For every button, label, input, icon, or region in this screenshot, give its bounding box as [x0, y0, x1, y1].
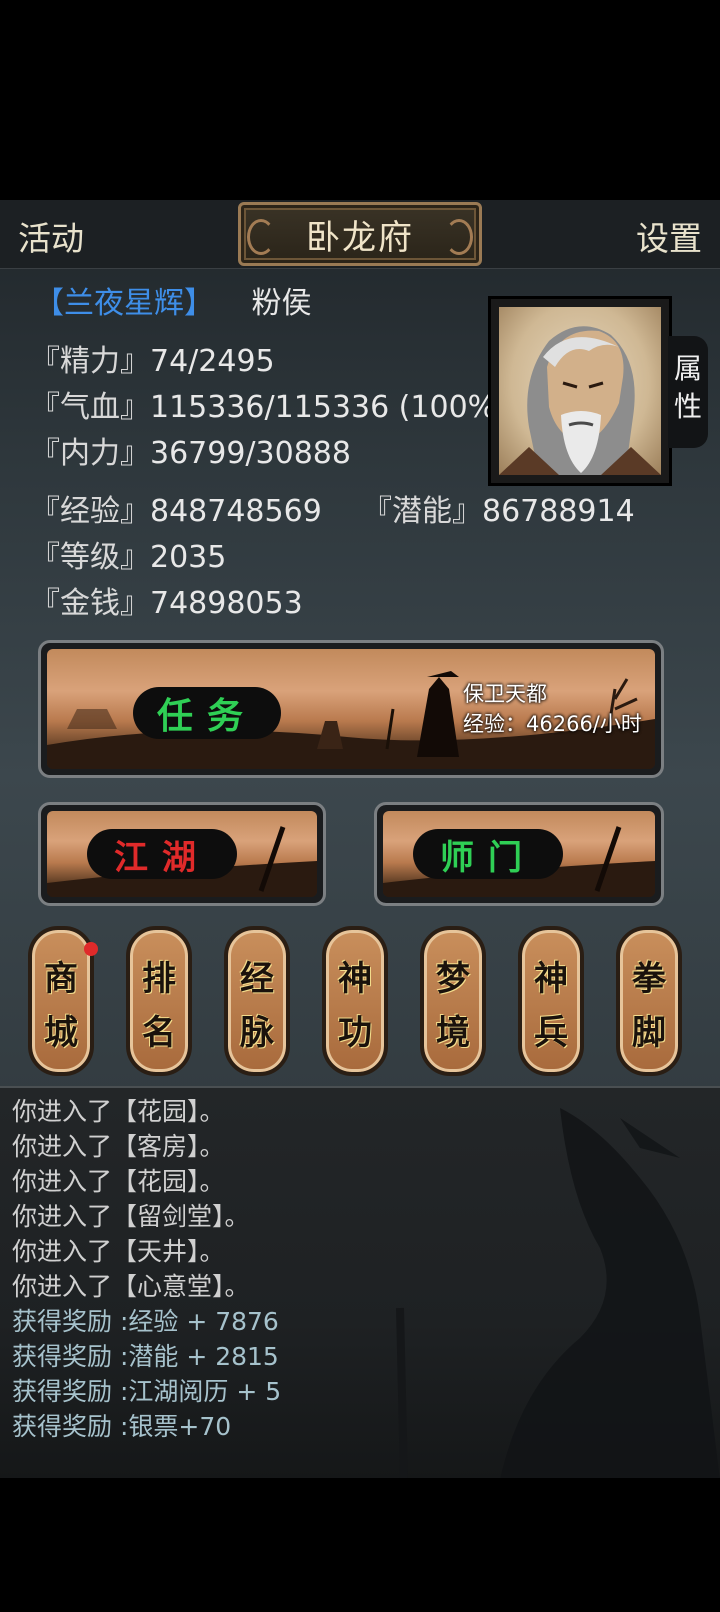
feature-tabs: 商城 排名 经脉 神功 梦境 神兵 拳脚	[0, 922, 720, 1084]
character-portrait[interactable]	[488, 296, 672, 486]
portrait-image	[499, 307, 661, 475]
quest-label-pill: 任务	[133, 687, 281, 739]
tab-label: 经脉	[240, 959, 274, 1053]
log-line: 你进入了【花园】。	[12, 1097, 225, 1126]
top-bar: 活动 卧龙府 设置	[0, 200, 720, 269]
stat-value: 115336/115336 (100%	[150, 390, 488, 425]
quest-banner-art: 任务 保卫天都 经验：46266/小时	[47, 649, 655, 769]
stat-label: 『潜能』	[362, 494, 482, 529]
tab-divine-weapon[interactable]: 神兵	[518, 926, 584, 1076]
guild-row: 【兰夜星辉】 粉侯	[34, 278, 312, 322]
quest-info: 保卫天都 经验：46266/小时	[463, 679, 642, 739]
stat-experience: 『经验』848748569	[30, 486, 322, 530]
stat-money: 『金钱』74898053	[30, 578, 303, 622]
ornament-right-icon	[445, 219, 473, 255]
tab-label: 神兵	[534, 959, 568, 1053]
stat-label: 『等级』	[30, 540, 150, 575]
jianghu-pill: 江湖	[87, 829, 237, 879]
activity-button[interactable]: 活动	[18, 212, 84, 260]
log-line: 你进入了【天井】。	[12, 1237, 225, 1266]
stat-health: 『气血』115336/115336 (100%	[30, 382, 488, 426]
stat-label: 『精力』	[30, 344, 150, 379]
navigation-bar-area	[0, 1478, 720, 1612]
player-rank: 粉侯	[251, 286, 312, 321]
tab-divine-skill[interactable]: 神功	[322, 926, 388, 1076]
jianghu-button[interactable]: 江湖	[38, 802, 326, 906]
log-line-reward: 获得奖励 :经验 + 7876	[12, 1307, 279, 1336]
quest-exp-rate: 经验：46266/小时	[463, 712, 642, 736]
attributes-char: 性	[673, 390, 702, 423]
log-line-reward: 获得奖励 :潜能 + 2815	[12, 1342, 279, 1371]
stat-label: 『气血』	[30, 390, 150, 425]
log-line: 你进入了【花园】。	[12, 1167, 225, 1196]
shimen-art: 师门	[383, 811, 655, 897]
log-line: 你进入了【心意堂】。	[12, 1272, 250, 1301]
stat-value: 36799/30888	[150, 436, 351, 471]
location-title: 卧龙府	[306, 217, 414, 258]
stat-inner-power: 『内力』36799/30888	[30, 428, 351, 472]
shimen-label: 师门	[440, 837, 536, 878]
ornament-left-icon	[247, 219, 275, 255]
elder-swordsman-icon	[499, 326, 661, 475]
tab-shop[interactable]: 商城	[28, 926, 98, 1076]
stat-value: 74898053	[150, 586, 303, 621]
shimen-button[interactable]: 师门	[374, 802, 664, 906]
shimen-pill: 师门	[413, 829, 563, 879]
stat-label: 『经验』	[30, 494, 150, 529]
stat-potential: 『潜能』86788914	[362, 486, 635, 530]
notification-dot-icon	[84, 942, 98, 956]
quest-name: 保卫天都	[463, 682, 547, 706]
log-line-reward: 获得奖励 :江湖阅历 + 5	[12, 1377, 282, 1406]
game-screen: 活动 卧龙府 设置 【兰夜星辉】 粉侯 『精力』74/2495 『气血』1153…	[0, 200, 720, 1480]
settings-button[interactable]: 设置	[636, 212, 702, 260]
tab-dream[interactable]: 梦境	[420, 926, 486, 1076]
tab-ranking[interactable]: 排名	[126, 926, 192, 1076]
stat-value: 74/2495	[150, 344, 275, 379]
log-line-reward: 获得奖励 :银票+70	[12, 1412, 232, 1441]
log-line: 你进入了【客房】。	[12, 1132, 225, 1161]
quest-label: 任务	[156, 695, 257, 737]
attributes-char: 属	[673, 352, 702, 385]
stat-value: 2035	[150, 540, 227, 575]
tab-meridian[interactable]: 经脉	[224, 926, 290, 1076]
attributes-tab[interactable]: 属 性	[668, 336, 708, 448]
guild-name[interactable]: 【兰夜星辉】	[34, 286, 214, 321]
tab-label: 拳脚	[632, 959, 666, 1053]
stat-value: 86788914	[482, 494, 635, 529]
stat-label: 『金钱』	[30, 586, 150, 621]
message-log[interactable]: 你进入了【花园】。 你进入了【客房】。 你进入了【花园】。 你进入了【留剑堂】。…	[0, 1086, 720, 1480]
tab-label: 神功	[338, 959, 372, 1053]
status-bar-area	[0, 0, 720, 200]
location-title-plate: 卧龙府	[238, 202, 482, 266]
jianghu-art: 江湖	[47, 811, 317, 897]
tab-label: 排名	[142, 959, 176, 1053]
log-line: 你进入了【留剑堂】。	[12, 1202, 250, 1231]
jianghu-label: 江湖	[114, 837, 210, 878]
tab-fist[interactable]: 拳脚	[616, 926, 682, 1076]
stat-label: 『内力』	[30, 436, 150, 471]
stat-energy: 『精力』74/2495	[30, 336, 275, 380]
tab-label: 商城	[44, 959, 78, 1053]
stat-value: 848748569	[150, 494, 322, 529]
stat-level: 『等级』2035	[30, 532, 226, 576]
tab-label: 梦境	[436, 959, 470, 1053]
quest-banner[interactable]: 任务 保卫天都 经验：46266/小时	[38, 640, 664, 778]
